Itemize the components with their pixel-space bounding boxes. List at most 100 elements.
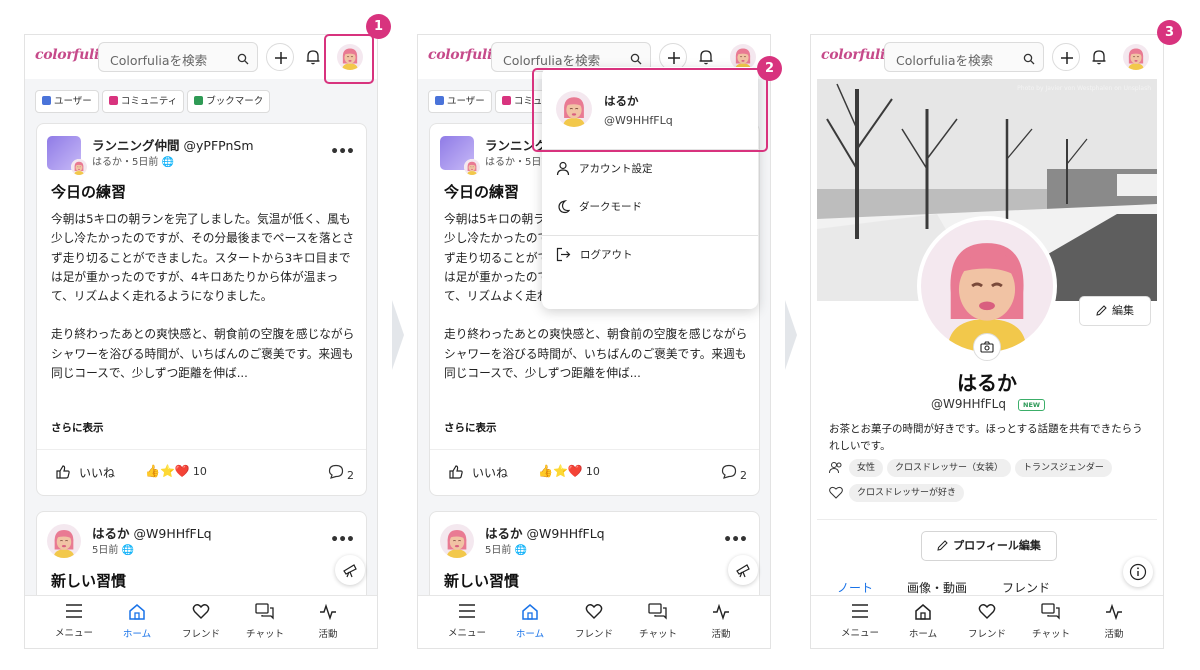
tab-friends[interactable]: フレンド [1002,579,1050,596]
nav-menu[interactable]: メニュー [39,596,109,648]
bell-icon[interactable] [1092,49,1106,69]
nav-home[interactable]: ホーム [102,596,172,648]
menu-icon [459,604,475,618]
profile-page: Photo by Javier von Westphalen on Unspla… [811,79,1163,606]
post-meta: はるか・5日前 🌐 [92,157,175,168]
comment-button[interactable]: 2 [328,464,354,482]
chip-bookmarks[interactable]: ブックマーク [187,90,271,113]
group-icon [108,96,118,105]
more-options-button[interactable]: ••• [330,144,355,160]
plus-button[interactable] [1052,43,1080,71]
info-button[interactable] [1123,557,1153,587]
edit-cover-button[interactable]: 編集 [1079,296,1151,326]
show-more-link[interactable]: さらに表示 [51,420,104,435]
app-logo[interactable]: colorfulia [428,47,501,63]
show-more-link[interactable]: さらに表示 [444,420,497,435]
comment-button[interactable]: 2 [721,464,747,482]
tab-notes[interactable]: ノート [837,579,873,596]
app-logo[interactable]: colorfulia [35,47,108,63]
profile-handle: @W9HHfFLq [931,397,1006,411]
menu-item-account-settings[interactable]: アカウント設定 [556,161,653,176]
search-placeholder: Colorfuliaを検索 [896,53,994,68]
tag-gender[interactable]: 女性 [849,459,884,477]
nav-chat[interactable]: チャット [1016,596,1086,648]
nav-activity[interactable]: 活動 [293,596,363,648]
nav-friends[interactable]: フレンド [952,596,1022,648]
community-handle: @yPFPnSm [183,138,254,153]
author-avatar[interactable] [47,524,81,558]
post-actions: いいね 👍⭐❤️ 10 2 [430,449,759,495]
search-input[interactable]: Colorfuliaを検索 [98,42,258,72]
menu-item-dark-mode[interactable]: ダークモード [556,199,642,214]
activity-icon [1106,603,1122,620]
post-actions: いいね 👍⭐❤️ 10 2 [37,449,366,495]
nav-home[interactable]: ホーム [495,596,565,648]
more-options-button[interactable]: ••• [330,532,355,548]
bottom-nav: メニュー ホーム フレンド チャット 活動 [811,595,1163,648]
community-name[interactable]: ランニング仲間 [92,138,180,153]
globe-icon: 🌐 [514,545,528,556]
heart-icon [829,480,849,499]
pencil-icon [1096,305,1107,316]
reaction-summary[interactable]: 👍⭐❤️ 10 [145,464,207,478]
chip-users[interactable]: ユーザー [428,90,492,113]
bookmark-icon [194,96,204,105]
explore-button[interactable] [728,555,758,585]
explore-button[interactable] [335,555,365,585]
edit-profile-button[interactable]: プロフィール編集 [921,531,1057,561]
nav-friends[interactable]: フレンド [559,596,629,648]
group-icon [501,96,511,105]
bottom-nav: メニュー ホーム フレンド チャット 活動 [25,595,377,648]
author-name[interactable]: はるか [485,526,523,541]
nav-chat[interactable]: チャット [230,596,300,648]
post-card[interactable]: ランニング仲間 @yPFPnSm はるか・5日前 🌐 ••• 今日の練習 今朝は5… [36,123,367,496]
nav-menu[interactable]: メニュー [432,596,502,648]
step-1-badge: 1 [366,14,391,39]
reaction-emojis: 👍⭐❤️ [538,464,583,478]
thumbs-up-icon [56,465,70,479]
step-2-badge: 2 [757,56,782,81]
step-3-badge: 3 [1157,20,1182,45]
note-header: はるか @W9HHfFLq [92,523,212,542]
chip-communities[interactable]: コミュニティ [101,90,185,113]
like-button[interactable]: いいね [55,464,115,481]
author-handle: @W9HHfFLq [133,526,212,541]
nav-chat[interactable]: チャット [623,596,693,648]
tag-transgender[interactable]: トランスジェンダー [1015,459,1112,477]
community-avatar[interactable] [47,136,87,175]
reaction-count: 10 [585,465,600,478]
menu-item-logout[interactable]: ログアウト [556,247,633,262]
like-button[interactable]: いいね [448,464,508,481]
chip-users[interactable]: ユーザー [35,90,99,113]
community-avatar[interactable] [440,136,480,175]
nav-activity[interactable]: 活動 [686,596,756,648]
nav-friends[interactable]: フレンド [166,596,236,648]
tag-crossdresser[interactable]: クロスドレッサー（女装） [887,459,1012,477]
author-mini-avatar [464,159,480,175]
author-name[interactable]: はるか [92,526,130,541]
search-input[interactable]: Colorfuliaを検索 [884,42,1044,72]
tab-media[interactable]: 画像・動画 [907,579,967,596]
bell-icon[interactable] [699,49,713,69]
chat-icon [255,603,274,620]
author-avatar[interactable] [440,524,474,558]
plus-button[interactable] [266,43,294,71]
nav-menu[interactable]: メニュー [825,596,895,648]
tag-likes-crossdresser[interactable]: クロスドレッサーが好き [849,484,965,502]
thumbs-up-icon [449,465,463,479]
app-logo[interactable]: colorfulia [821,47,894,63]
globe-icon: 🌐 [161,157,175,168]
change-avatar-button[interactable] [973,333,1001,361]
comment-icon [721,464,737,482]
search-icon [1023,50,1035,69]
nav-home[interactable]: ホーム [888,596,958,648]
nav-activity[interactable]: 活動 [1079,596,1149,648]
person-icon [556,161,570,176]
post-paragraph: 今朝は5キロの朝ランを完了しました。気温が低く、風も少し冷たかったのですが、その… [51,212,355,304]
bell-icon[interactable] [306,49,320,69]
user-avatar[interactable] [1123,44,1149,70]
reaction-summary[interactable]: 👍⭐❤️ 10 [538,464,600,478]
search-filter-chips: ユーザー コミュニティ ブックマーク [35,89,273,113]
post-paragraph: 走り終わったあとの爽快感と、朝食前の空腹を感じながらシャワーを浴びる時間が、いち… [444,327,748,381]
more-options-button[interactable]: ••• [723,532,748,548]
